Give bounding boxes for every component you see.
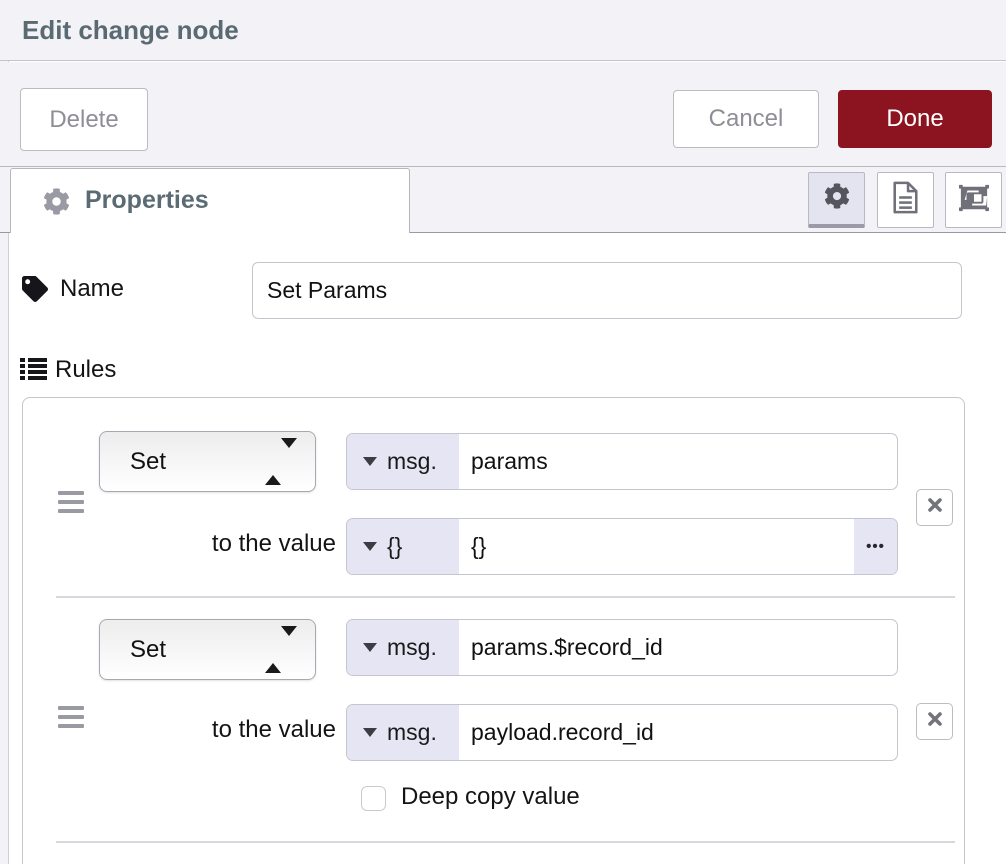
close-icon	[927, 497, 943, 518]
caret-down-icon	[363, 457, 377, 466]
rule-property-field: msg.	[346, 619, 898, 676]
gear-icon	[43, 188, 70, 220]
rule-action-select[interactable]: Set	[99, 431, 316, 492]
typed-input-type-label: msg.	[387, 448, 437, 475]
caret-down-icon	[363, 542, 377, 551]
deep-copy-checkbox[interactable]	[361, 786, 386, 811]
caret-down-icon	[363, 728, 377, 737]
appearance-tab-button[interactable]	[945, 172, 1002, 228]
remove-rule-button[interactable]	[916, 489, 953, 526]
object-group-icon	[958, 183, 990, 218]
rule-value-field: {} •••	[346, 518, 898, 575]
rules-label: Rules	[55, 356, 116, 384]
ellipsis-icon: •••	[866, 538, 885, 555]
tag-icon	[22, 276, 48, 307]
close-icon	[927, 711, 943, 732]
delete-button[interactable]: Delete	[20, 88, 148, 151]
rule-property-input[interactable]	[459, 435, 895, 488]
caret-down-icon	[363, 643, 377, 652]
gear-icon	[824, 183, 850, 214]
tab-properties[interactable]: Properties	[10, 168, 410, 233]
rule-drag-handle[interactable]	[58, 491, 84, 518]
document-icon	[892, 181, 919, 219]
dialog-title: Edit change node	[22, 0, 239, 61]
rule-divider	[56, 596, 955, 598]
expand-editor-button[interactable]: •••	[854, 519, 897, 574]
edit-change-node-dialog: Edit change node Delete Cancel Done Prop…	[0, 0, 1006, 864]
select-arrows-icon	[265, 636, 297, 664]
name-label: Name	[60, 275, 124, 303]
properties-tab-button[interactable]	[808, 172, 865, 228]
rule-value-field: msg.	[346, 704, 898, 761]
remove-rule-button[interactable]	[916, 703, 953, 740]
typed-input-type-button[interactable]: msg.	[347, 705, 459, 760]
rules-container: Set msg. to the value {} •••	[22, 397, 965, 864]
deep-copy-label: Deep copy value	[401, 783, 580, 811]
name-input[interactable]	[252, 262, 962, 319]
cancel-button[interactable]: Cancel	[673, 90, 819, 148]
typed-input-type-button[interactable]: msg.	[347, 620, 459, 675]
rule-divider	[56, 841, 955, 843]
typed-input-type-label: msg.	[387, 634, 437, 661]
rule-action-select[interactable]: Set	[99, 619, 316, 680]
to-the-value-label: to the value	[46, 716, 336, 744]
select-arrows-icon	[265, 448, 297, 476]
rule-property-input[interactable]	[459, 621, 895, 674]
typed-input-type-button[interactable]: msg.	[347, 434, 459, 489]
rule-property-field: msg.	[346, 433, 898, 490]
done-button[interactable]: Done	[838, 90, 992, 148]
tab-bar: Properties	[0, 167, 1006, 233]
rule-value-input[interactable]	[459, 706, 895, 759]
rule-value-input[interactable]	[459, 520, 853, 573]
typed-input-type-label: msg.	[387, 719, 437, 746]
rule-action-value: Set	[130, 620, 166, 679]
dialog-header: Edit change node	[0, 0, 1006, 61]
to-the-value-label: to the value	[46, 530, 336, 558]
typed-input-type-button[interactable]: {}	[347, 519, 459, 574]
typed-input-type-label: {}	[387, 533, 402, 560]
description-tab-button[interactable]	[877, 172, 934, 228]
rule-action-value: Set	[130, 432, 166, 491]
tab-properties-label: Properties	[85, 169, 209, 232]
list-icon	[20, 357, 47, 388]
dialog-button-bar: Delete Cancel Done	[0, 62, 1006, 167]
